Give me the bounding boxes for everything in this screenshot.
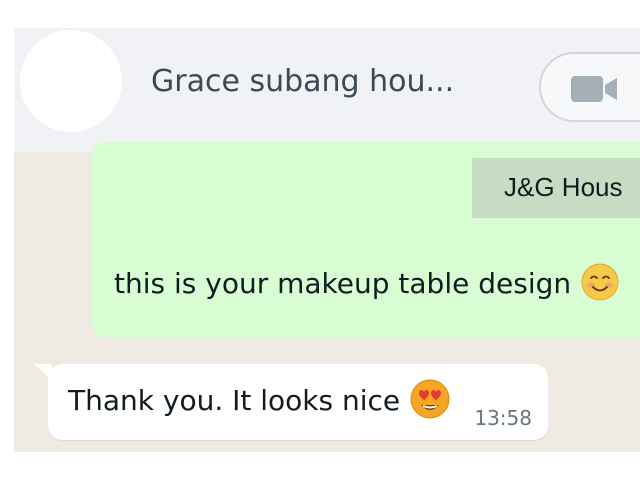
incoming-message-text: Thank you. It looks nice (68, 379, 450, 422)
smiling-face-icon (581, 263, 619, 301)
chat-header: Grace subang hou... (14, 28, 640, 152)
contact-name[interactable]: Grace subang hou... (151, 64, 454, 99)
message-timestamp: 13:58 (474, 406, 532, 430)
heart-eyes-icon (410, 379, 450, 419)
document-title: J&G Hous (504, 172, 623, 202)
chat-window: Grace subang hou... J&G Hous this is you… (14, 28, 640, 452)
document-attachment-header[interactable]: J&G Hous (472, 158, 640, 218)
message-list[interactable]: J&G Hous this is your makeup table desig… (14, 142, 640, 452)
contact-avatar[interactable] (20, 30, 122, 132)
outgoing-message-body: this is your makeup table design (114, 267, 572, 300)
incoming-message-body: Thank you. It looks nice (68, 384, 401, 417)
outgoing-message-text: this is your makeup table design (114, 263, 619, 304)
video-call-icon[interactable] (571, 76, 617, 102)
outgoing-message-bubble[interactable]: J&G Hous this is your makeup table desig… (92, 142, 640, 338)
incoming-message-bubble[interactable]: Thank you. It looks nice 13:58 (48, 364, 548, 440)
call-button-group[interactable] (539, 52, 640, 122)
